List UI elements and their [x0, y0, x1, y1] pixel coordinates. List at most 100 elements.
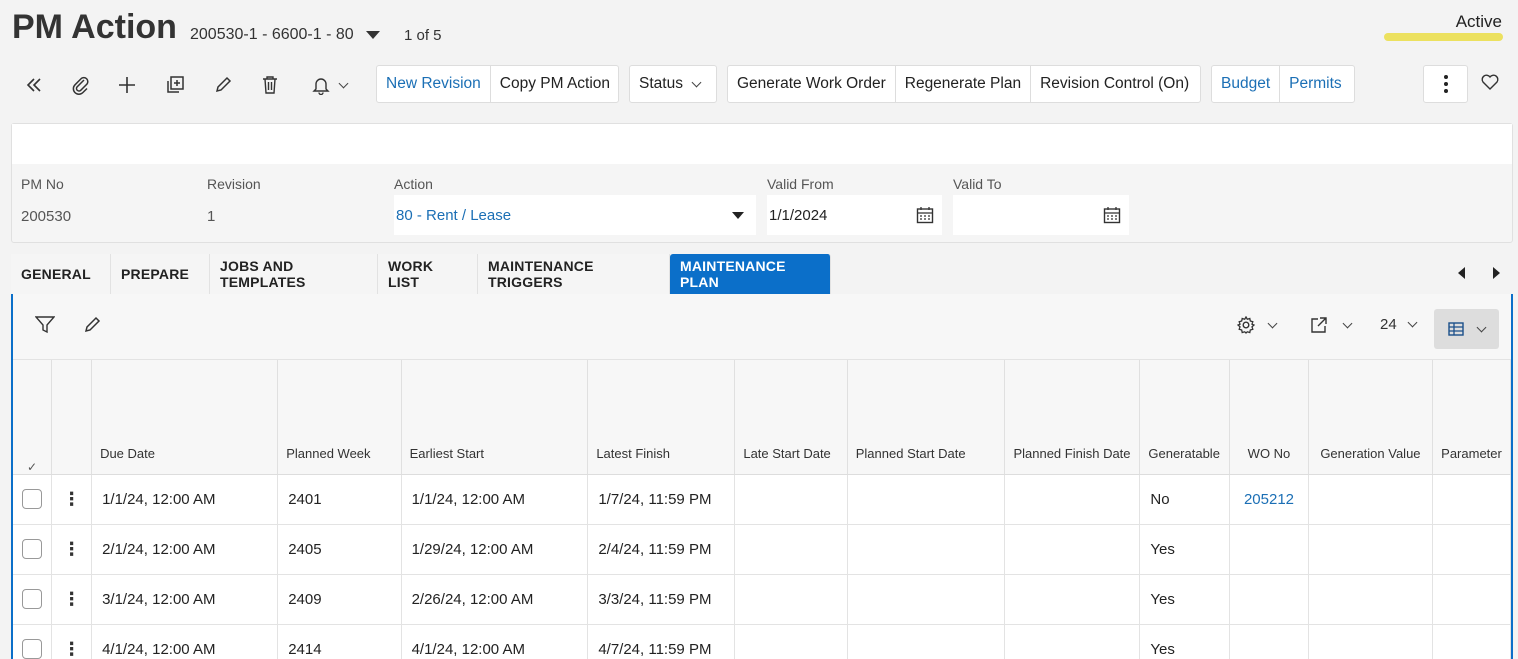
earliest-start-cell: 1/1/24, 12:00 AM	[401, 474, 589, 525]
column-header-earliest-start[interactable]: Earliest Start	[401, 360, 589, 475]
bell-menu[interactable]	[304, 72, 354, 98]
parameter-cell	[1432, 624, 1511, 659]
column-header-wo-no[interactable]: WO No	[1229, 360, 1309, 475]
page-title: PM Action	[12, 8, 177, 46]
budget-button[interactable]: Budget	[1212, 66, 1279, 102]
caret-down-icon[interactable]	[732, 211, 744, 219]
plus-icon[interactable]	[113, 72, 141, 98]
column-header-planned-finish-date[interactable]: Planned Finish Date	[1004, 360, 1141, 475]
view-mode-button[interactable]	[1434, 309, 1499, 349]
valid-from-field[interactable]: 1/1/2024	[767, 195, 942, 235]
planned-start-date-cell	[847, 624, 1006, 659]
checkmark-icon[interactable]: ✓	[27, 460, 37, 474]
calendar-icon[interactable]	[916, 206, 934, 224]
tab-jobs-and-templates[interactable]: JOBS AND TEMPLATES	[210, 254, 378, 294]
heart-icon[interactable]	[1481, 74, 1499, 93]
pencil-icon[interactable]	[209, 72, 237, 98]
row-menu-icon[interactable]: ⋮	[51, 474, 93, 525]
filter-icon[interactable]	[35, 316, 55, 334]
generatable-cell: No	[1139, 474, 1231, 525]
row-select[interactable]	[13, 524, 53, 575]
table-row[interactable]: ⋮ 3/1/24, 12:00 AM 2409 2/26/24, 12:00 A…	[13, 574, 1511, 625]
wo-no-link[interactable]	[1229, 624, 1309, 659]
row-checkbox[interactable]	[22, 539, 43, 559]
export-menu[interactable]	[1310, 316, 1353, 334]
column-header-planned-start-date[interactable]: Planned Start Date	[847, 360, 1006, 475]
planned-finish-date-cell	[1004, 574, 1141, 625]
record-label: 200530-1 - 6600-1 - 80	[190, 26, 354, 43]
valid-from-value[interactable]: 1/1/2024	[769, 207, 827, 224]
grid-toolbar: 24	[13, 294, 1511, 360]
row-select[interactable]	[13, 474, 53, 525]
row-select[interactable]	[13, 624, 53, 659]
row-menu-icon[interactable]: ⋮	[51, 624, 93, 659]
duplicate-icon[interactable]	[161, 72, 189, 98]
settings-menu[interactable]	[1237, 316, 1278, 334]
tab-maintenance-plan[interactable]: MAINTENANCE PLAN	[670, 254, 831, 294]
status-dropdown[interactable]: Status	[629, 65, 717, 103]
wo-no-link[interactable]: 205212	[1229, 474, 1309, 525]
column-header-late-start-date[interactable]: Late Start Date	[734, 360, 848, 475]
revision-control-button[interactable]: Revision Control (On)	[1030, 66, 1198, 102]
generate-work-order-button[interactable]: Generate Work Order	[728, 66, 895, 102]
row-select[interactable]	[13, 574, 53, 625]
column-header-planned-week[interactable]: Planned Week	[277, 360, 402, 475]
latest-finish-cell: 1/7/24, 11:59 PM	[587, 474, 736, 525]
plan-button-group: Generate Work Order Regenerate Plan Revi…	[727, 65, 1201, 103]
gear-icon	[1237, 316, 1255, 334]
new-revision-button[interactable]: New Revision	[377, 66, 490, 102]
action-label: Action	[394, 176, 433, 192]
generation-value-cell	[1308, 624, 1434, 659]
status-button[interactable]: Status	[630, 66, 709, 102]
caret-down-icon[interactable]	[365, 31, 380, 39]
table-row[interactable]: ⋮ 1/1/24, 12:00 AM 2401 1/1/24, 12:00 AM…	[13, 474, 1511, 525]
chevron-down-icon	[1476, 322, 1487, 332]
more-options-button[interactable]	[1423, 65, 1468, 103]
copy-pm-action-button[interactable]: Copy PM Action	[489, 66, 619, 102]
tab-work-list[interactable]: WORK LIST	[378, 254, 478, 294]
column-header-generatable[interactable]: Generatable	[1139, 360, 1231, 475]
wo-no-link[interactable]	[1229, 524, 1309, 575]
planned-week-cell: 2414	[277, 624, 402, 659]
calendar-icon[interactable]	[1103, 206, 1121, 224]
row-checkbox[interactable]	[22, 489, 43, 509]
row-checkbox[interactable]	[22, 639, 43, 659]
pencil-icon[interactable]	[83, 316, 101, 334]
column-header-due-date[interactable]: Due Date	[91, 360, 279, 475]
record-selector[interactable]: 200530-1 - 6600-1 - 80	[190, 26, 380, 44]
revision-label: Revision	[207, 176, 261, 192]
wo-no-link[interactable]	[1229, 574, 1309, 625]
trash-icon[interactable]	[256, 72, 284, 98]
scroll-tabs-right-icon[interactable]	[1493, 267, 1500, 279]
parameter-cell	[1432, 474, 1511, 525]
tab-maintenance-triggers[interactable]: MAINTENANCE TRIGGERS	[478, 254, 670, 294]
chevron-down-icon	[1407, 317, 1418, 328]
latest-finish-cell: 2/4/24, 11:59 PM	[587, 524, 736, 575]
permits-button[interactable]: Permits	[1279, 66, 1351, 102]
action-select[interactable]: 80 - Rent / Lease	[394, 195, 756, 235]
tab-general[interactable]: GENERAL	[11, 254, 111, 294]
scroll-tabs-left-icon[interactable]	[1458, 267, 1465, 279]
card-top-bar	[12, 124, 1512, 164]
action-value[interactable]: 80 - Rent / Lease	[396, 207, 511, 224]
select-all-checkbox[interactable]: ✓	[13, 360, 53, 475]
row-checkbox[interactable]	[22, 589, 43, 609]
paperclip-icon[interactable]	[67, 72, 95, 98]
regenerate-plan-button[interactable]: Regenerate Plan	[894, 66, 1030, 102]
table-view-icon	[1448, 322, 1464, 336]
due-date-cell: 2/1/24, 12:00 AM	[91, 524, 279, 575]
record-count: 1 of 5	[404, 27, 442, 44]
double-chevron-left-icon[interactable]	[20, 72, 48, 98]
generatable-cell: Yes	[1139, 574, 1231, 625]
column-header-parameter[interactable]: Parameter	[1432, 360, 1511, 475]
tab-prepare[interactable]: PREPARE	[111, 254, 210, 294]
table-row[interactable]: ⋮ 2/1/24, 12:00 AM 2405 1/29/24, 12:00 A…	[13, 524, 1511, 575]
page-size-select[interactable]: 24	[1380, 316, 1418, 333]
row-menu-icon[interactable]: ⋮	[51, 574, 93, 625]
row-menu-icon[interactable]: ⋮	[51, 524, 93, 575]
bell-icon	[311, 78, 330, 95]
table-row[interactable]: ⋮ 4/1/24, 12:00 AM 2414 4/1/24, 12:00 AM…	[13, 624, 1511, 659]
column-header-generation-value[interactable]: Generation Value	[1308, 360, 1434, 475]
column-header-latest-finish[interactable]: Latest Finish	[587, 360, 736, 475]
valid-to-field[interactable]	[953, 195, 1129, 235]
